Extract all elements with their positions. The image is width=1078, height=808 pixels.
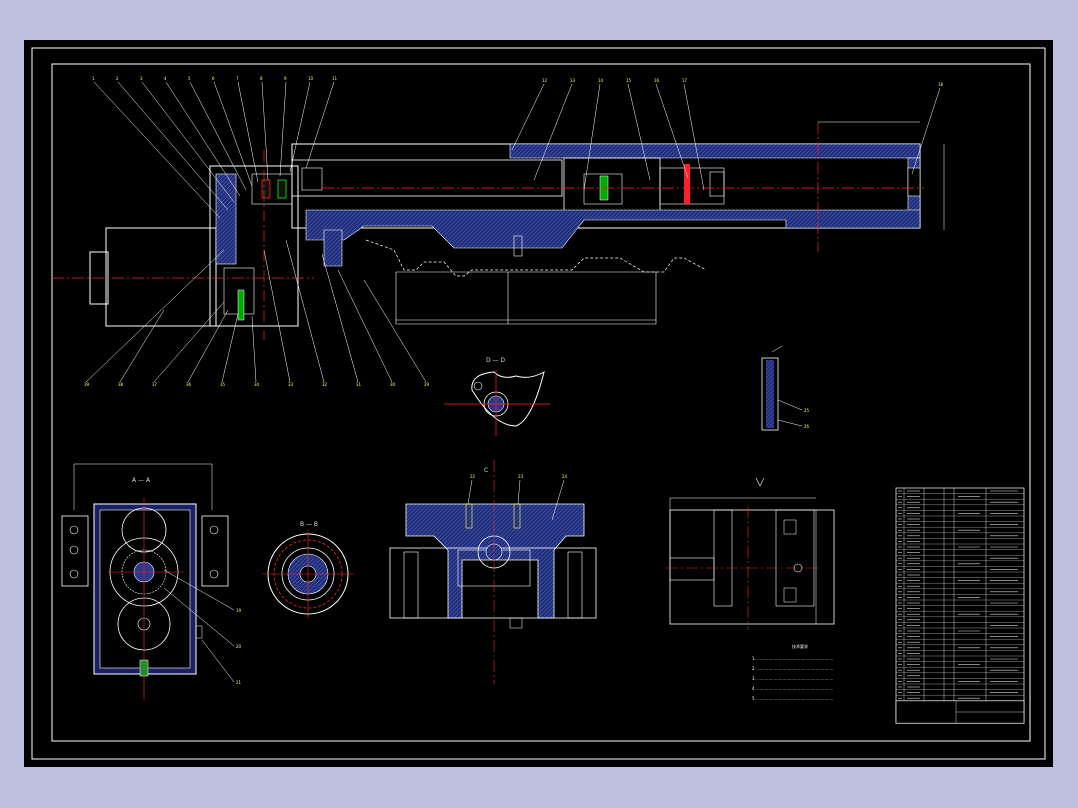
balloon-label: 4 xyxy=(164,76,167,81)
detail-strip: 25 26 xyxy=(761,345,810,431)
section-e-e-label: C xyxy=(484,467,488,474)
section-d-d: D — D xyxy=(444,357,550,436)
balloon-label: 14 xyxy=(598,78,604,83)
balloon-label: 17 xyxy=(682,78,688,83)
part-detail-view xyxy=(666,477,835,630)
balloon-label: 34 xyxy=(254,382,260,387)
section-a-a: A — A 19 20 21 xyxy=(61,463,242,700)
drawing-sheet: D — D 25 26 A — A 19 20 21 B — B C 22 23… xyxy=(24,40,1053,767)
svg-text:21: 21 xyxy=(236,680,242,685)
svg-text:26: 26 xyxy=(804,424,810,429)
balloon-label: 29 xyxy=(424,382,430,387)
tech-req-title: 技术要求 xyxy=(792,643,808,649)
svg-text:23: 23 xyxy=(518,474,524,479)
cad-viewer: D — D 25 26 A — A 19 20 21 B — B C 22 23… xyxy=(0,0,1078,808)
svg-text:25: 25 xyxy=(804,408,810,413)
svg-text:5. ...........................: 5. .....................................… xyxy=(752,696,833,701)
balloon-label: 3 xyxy=(140,76,143,81)
balloon-label: 6 xyxy=(212,76,215,81)
svg-text:22: 22 xyxy=(470,474,476,479)
balloon-label: 5 xyxy=(188,76,191,81)
balloon-label: 16 xyxy=(654,78,660,83)
section-b-b-label: B — B xyxy=(300,521,318,528)
balloon-label: 1 xyxy=(92,76,95,81)
section-a-a-label: A — A xyxy=(132,477,151,484)
svg-text:3. ...........................: 3. .....................................… xyxy=(752,676,833,681)
svg-text:20: 20 xyxy=(236,644,242,649)
inner-frame xyxy=(51,63,1031,742)
balloon-label: 35 xyxy=(220,382,226,387)
arm-lower-beam xyxy=(305,209,921,249)
balloon-label: 9 xyxy=(284,76,287,81)
parts-list-table xyxy=(895,487,1025,724)
balloon-label: 8 xyxy=(260,76,263,81)
section-e-e: C 22 23 24 xyxy=(389,460,597,684)
section-d-d-label: D — D xyxy=(486,357,505,364)
svg-text:19: 19 xyxy=(236,608,242,613)
svg-text:1. ...........................: 1. .....................................… xyxy=(752,656,833,661)
balloon-label: 2 xyxy=(116,76,119,81)
svg-text:4. ...........................: 4. .....................................… xyxy=(752,686,833,691)
balloon-label: 32 xyxy=(322,382,328,387)
balloon-label: 31 xyxy=(356,382,362,387)
balloon-label: 7 xyxy=(236,76,239,81)
balloon-label: 11 xyxy=(332,76,338,81)
balloon-label: 39 xyxy=(84,382,90,387)
balloon-label: 30 xyxy=(390,382,396,387)
assembly-drawing: D — D 25 26 A — A 19 20 21 B — B C 22 23… xyxy=(31,47,1046,760)
technical-requirements: 技术要求 1. ................................… xyxy=(752,643,833,701)
balloon-label: 33 xyxy=(288,382,294,387)
arm-top-wall xyxy=(509,143,921,159)
balloon-label: 37 xyxy=(152,382,158,387)
motor-body xyxy=(105,227,217,327)
svg-text:2. ...........................: 2. .....................................… xyxy=(752,666,833,671)
balloon-label: 15 xyxy=(626,78,632,83)
main-assembly-view xyxy=(52,81,945,383)
section-b-b: B — B xyxy=(262,521,354,618)
balloon-label: 12 xyxy=(542,78,548,83)
balloon-label: 36 xyxy=(186,382,192,387)
balloon-label: 10 xyxy=(308,76,314,81)
balloon-label: 13 xyxy=(570,78,576,83)
balloon-label: 38 xyxy=(118,382,124,387)
svg-text:24: 24 xyxy=(562,474,568,479)
balloon-label: 18 xyxy=(938,82,944,87)
